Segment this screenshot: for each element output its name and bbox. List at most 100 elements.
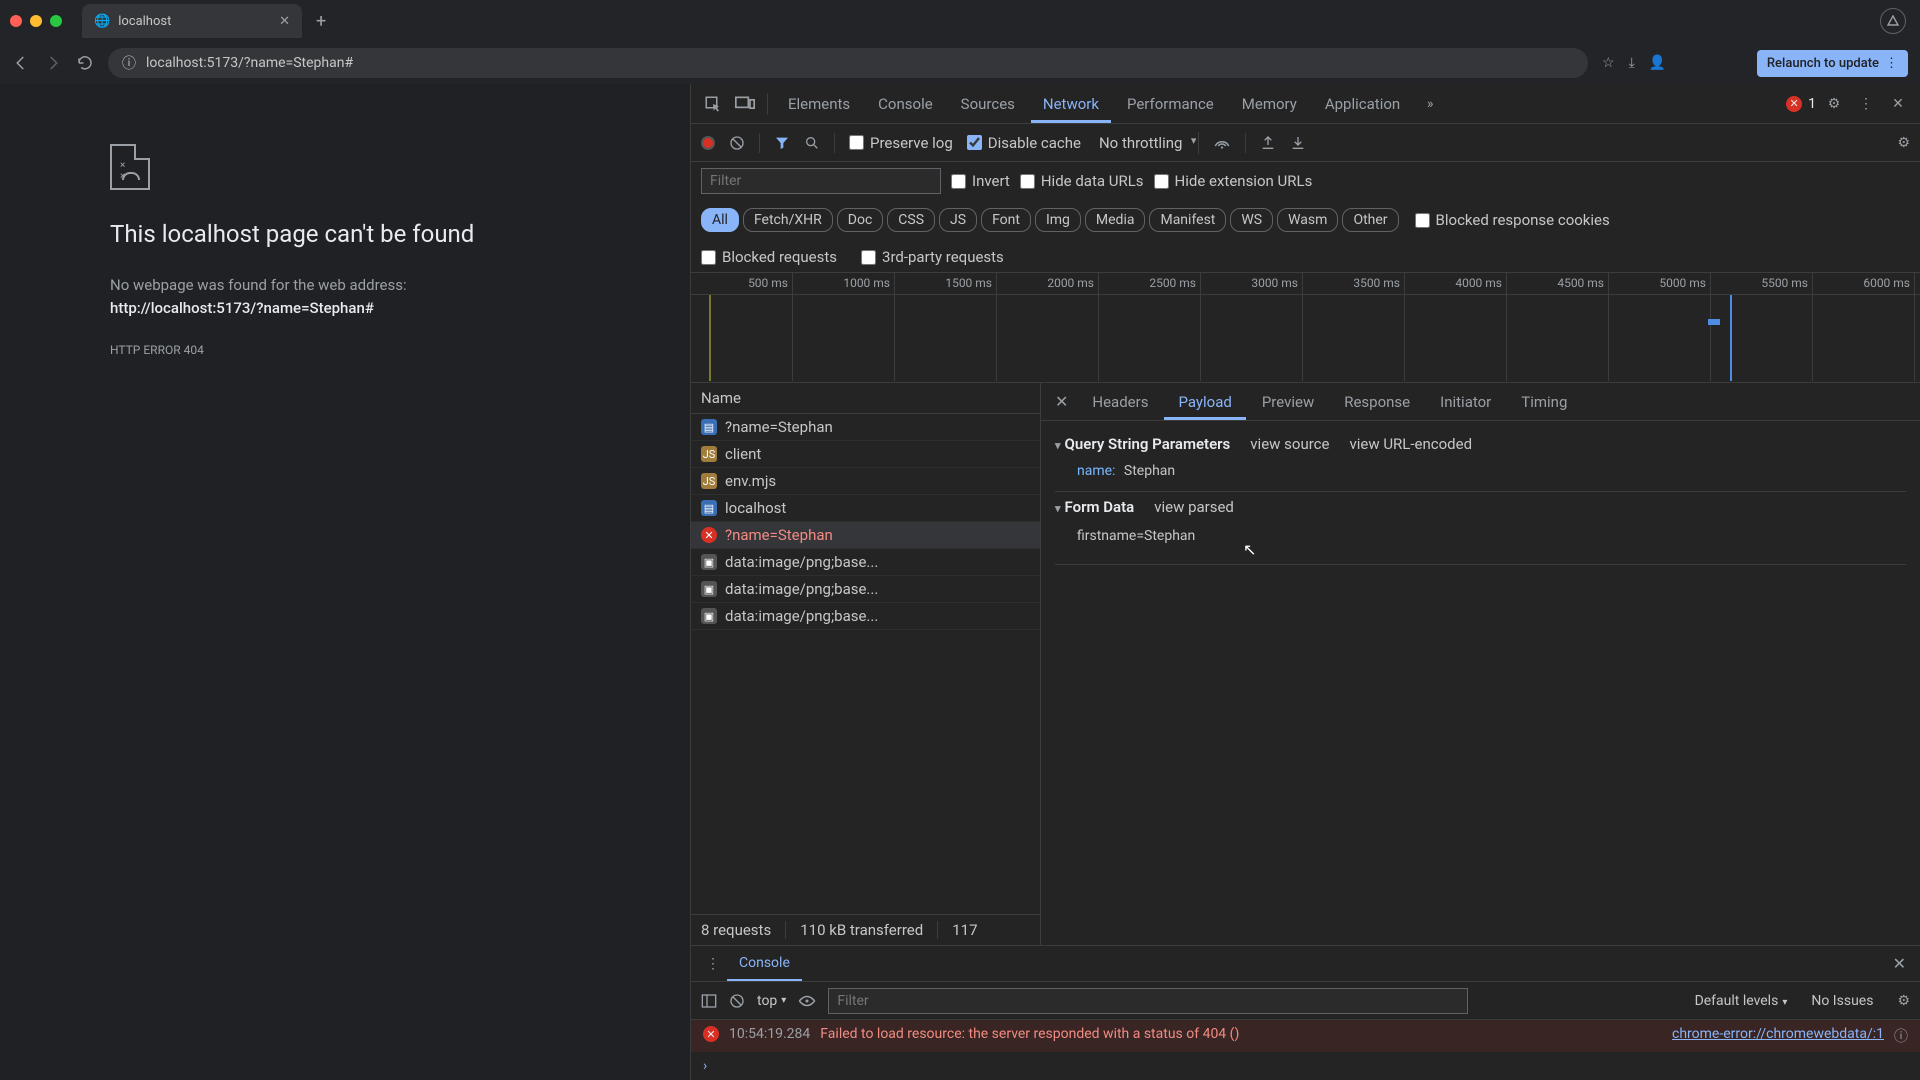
search-icon[interactable] bbox=[804, 135, 820, 151]
chrome-menu-icon[interactable] bbox=[1880, 8, 1906, 34]
detail-tab-response[interactable]: Response bbox=[1330, 384, 1424, 420]
record-button[interactable] bbox=[701, 136, 715, 150]
tab-network[interactable]: Network bbox=[1031, 85, 1111, 123]
request-name: localhost bbox=[725, 499, 786, 517]
throttling-select[interactable]: No throttling bbox=[1095, 132, 1199, 154]
url-text: localhost:5173/?name=Stephan# bbox=[146, 55, 353, 71]
detail-tab-preview[interactable]: Preview bbox=[1248, 384, 1328, 420]
minimize-window-icon[interactable] bbox=[30, 15, 42, 27]
kebab-icon[interactable]: ⋮ bbox=[1852, 90, 1880, 118]
hide-data-urls-checkbox[interactable]: Hide data URLs bbox=[1020, 172, 1144, 190]
type-wasm[interactable]: Wasm bbox=[1277, 208, 1338, 232]
console-filter-input[interactable] bbox=[828, 988, 1468, 1014]
form-data-heading[interactable]: Form Data bbox=[1055, 498, 1134, 516]
console-sidebar-icon[interactable] bbox=[701, 993, 717, 1009]
settings-icon[interactable]: ⚙ bbox=[1820, 90, 1848, 118]
request-row[interactable]: ✕?name=Stephan bbox=[691, 522, 1040, 549]
device-icon[interactable] bbox=[731, 90, 759, 118]
close-detail-icon[interactable]: ✕ bbox=[1047, 392, 1076, 411]
more-tabs-icon[interactable]: » bbox=[1416, 90, 1444, 118]
request-row[interactable]: ▣data:image/png;base... bbox=[691, 576, 1040, 603]
type-img[interactable]: Img bbox=[1035, 208, 1081, 232]
detail-tab-headers[interactable]: Headers bbox=[1078, 384, 1162, 420]
blocked-requests-checkbox[interactable]: Blocked requests bbox=[701, 248, 837, 266]
back-button[interactable] bbox=[12, 54, 30, 72]
maximize-window-icon[interactable] bbox=[50, 15, 62, 27]
type-all[interactable]: All bbox=[701, 208, 739, 232]
profile-icon[interactable]: 👤 bbox=[1649, 55, 1666, 71]
view-source-link[interactable]: view source bbox=[1250, 435, 1329, 453]
request-row[interactable]: ▤?name=Stephan bbox=[691, 414, 1040, 441]
close-tab-icon[interactable]: ✕ bbox=[279, 14, 290, 29]
omnibox[interactable]: ⓘ localhost:5173/?name=Stephan# bbox=[108, 48, 1588, 78]
request-list-header[interactable]: Name bbox=[691, 383, 1040, 414]
tab-performance[interactable]: Performance bbox=[1115, 85, 1226, 123]
type-fetch[interactable]: Fetch/XHR bbox=[743, 208, 833, 232]
drawer-kebab-icon[interactable]: ⋮ bbox=[699, 950, 727, 978]
install-icon[interactable]: ⤓ bbox=[1629, 55, 1635, 71]
type-media[interactable]: Media bbox=[1085, 208, 1146, 232]
clear-console-icon[interactable] bbox=[729, 993, 745, 1009]
detail-tab-payload[interactable]: Payload bbox=[1164, 384, 1245, 420]
close-devtools-icon[interactable]: ✕ bbox=[1884, 90, 1912, 118]
third-party-checkbox[interactable]: 3rd-party requests bbox=[861, 248, 1004, 266]
bookmark-icon[interactable]: ☆ bbox=[1602, 55, 1615, 71]
issues-label[interactable]: No Issues bbox=[1811, 993, 1873, 1009]
download-har-icon[interactable] bbox=[1290, 135, 1306, 151]
clear-icon[interactable] bbox=[729, 135, 745, 151]
error-badge[interactable]: ✕ 1 bbox=[1786, 96, 1816, 112]
request-row[interactable]: JSclient bbox=[691, 441, 1040, 468]
close-window-icon[interactable] bbox=[10, 15, 22, 27]
detail-tab-initiator[interactable]: Initiator bbox=[1426, 384, 1505, 420]
tab-application[interactable]: Application bbox=[1313, 85, 1412, 123]
view-parsed-link[interactable]: view parsed bbox=[1154, 498, 1234, 516]
tab-console[interactable]: Console bbox=[866, 85, 945, 123]
relaunch-button[interactable]: Relaunch to update ⋮ bbox=[1757, 50, 1908, 77]
msg-source[interactable]: chrome-error://chromewebdata/:1 bbox=[1672, 1026, 1884, 1042]
hide-ext-urls-checkbox[interactable]: Hide extension URLs bbox=[1154, 172, 1313, 190]
console-settings-icon[interactable]: ⚙ bbox=[1897, 993, 1910, 1009]
request-row[interactable]: JSenv.mjs bbox=[691, 468, 1040, 495]
waterfall[interactable]: 500 ms1000 ms1500 ms2000 ms2500 ms3000 m… bbox=[691, 273, 1920, 383]
disable-cache-checkbox[interactable]: Disable cache bbox=[967, 134, 1081, 152]
type-manifest[interactable]: Manifest bbox=[1149, 208, 1226, 232]
forward-button[interactable] bbox=[44, 54, 62, 72]
console-error-row[interactable]: ✕ 10:54:19.284 Failed to load resource: … bbox=[691, 1020, 1920, 1052]
tab-memory[interactable]: Memory bbox=[1230, 85, 1309, 123]
preserve-log-checkbox[interactable]: Preserve log bbox=[849, 134, 953, 152]
detail-tab-timing[interactable]: Timing bbox=[1507, 384, 1581, 420]
close-drawer-icon[interactable]: ✕ bbox=[1893, 954, 1912, 973]
filter-icon[interactable] bbox=[774, 135, 790, 151]
type-css[interactable]: CSS bbox=[887, 208, 935, 232]
tab-elements[interactable]: Elements bbox=[776, 85, 862, 123]
type-other[interactable]: Other bbox=[1342, 208, 1398, 232]
type-ws[interactable]: WS bbox=[1230, 208, 1273, 232]
request-row[interactable]: ▤localhost bbox=[691, 495, 1040, 522]
filter-input[interactable] bbox=[701, 168, 941, 194]
type-js[interactable]: JS bbox=[939, 208, 977, 232]
devtools: Elements Console Sources Network Perform… bbox=[690, 84, 1920, 1080]
browser-tab[interactable]: 🌐 localhost ✕ bbox=[82, 4, 302, 38]
levels-select[interactable]: Default levels bbox=[1695, 993, 1788, 1009]
console-prompt[interactable]: › bbox=[691, 1052, 1920, 1080]
context-select[interactable]: top▾ bbox=[757, 993, 786, 1009]
network-conditions-icon[interactable] bbox=[1213, 135, 1231, 151]
type-font[interactable]: Font bbox=[981, 208, 1031, 232]
view-url-encoded-link[interactable]: view URL-encoded bbox=[1349, 435, 1472, 453]
tab-sources[interactable]: Sources bbox=[949, 85, 1027, 123]
site-info-icon[interactable]: ⓘ bbox=[122, 53, 136, 73]
msg-info-icon[interactable]: ⓘ bbox=[1894, 1026, 1908, 1046]
request-row[interactable]: ▣data:image/png;base... bbox=[691, 549, 1040, 576]
new-tab-button[interactable]: + bbox=[310, 11, 332, 32]
network-settings-icon[interactable]: ⚙ bbox=[1897, 135, 1910, 151]
request-row[interactable]: ▣data:image/png;base... bbox=[691, 603, 1040, 630]
reload-button[interactable] bbox=[76, 54, 94, 72]
inspect-icon[interactable] bbox=[699, 90, 727, 118]
query-params-heading[interactable]: Query String Parameters bbox=[1055, 435, 1230, 453]
type-doc[interactable]: Doc bbox=[837, 208, 884, 232]
live-expression-icon[interactable] bbox=[798, 994, 816, 1008]
blocked-cookies-checkbox[interactable]: Blocked response cookies bbox=[1415, 211, 1610, 229]
drawer-tab-console[interactable]: Console bbox=[727, 947, 802, 981]
invert-checkbox[interactable]: Invert bbox=[951, 172, 1010, 190]
upload-har-icon[interactable] bbox=[1260, 135, 1276, 151]
